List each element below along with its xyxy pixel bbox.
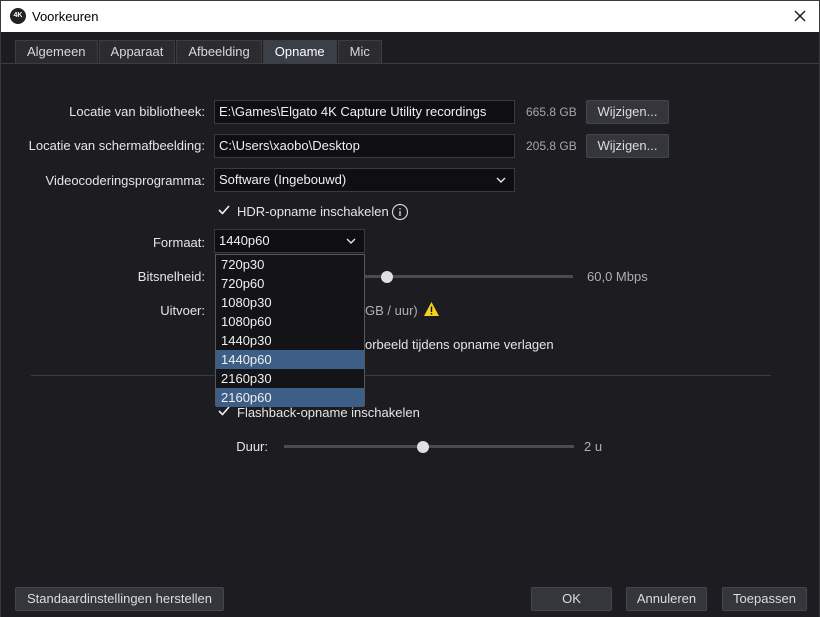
apply-button[interactable]: Toepassen (722, 587, 807, 611)
hdr-label: HDR-opname inschakelen (237, 204, 389, 219)
format-option[interactable]: 1440p30 (216, 331, 364, 350)
close-button[interactable] (789, 5, 811, 27)
title-bar: 4K Voorkeuren (1, 1, 819, 32)
library-location-label: Locatie van bibliotheek: (69, 104, 205, 119)
hdr-checkbox[interactable] (217, 203, 231, 217)
library-free-space: 665.8 GB (526, 105, 577, 119)
format-option[interactable]: 2160p60 (216, 388, 364, 407)
output-label: Uitvoer: (160, 303, 205, 318)
duration-value: 2 u (584, 439, 603, 454)
encoder-select[interactable]: Software (Ingebouwd) (214, 168, 515, 192)
tab-mic[interactable]: Mic (337, 40, 382, 63)
bitrate-value: 60,0 Mbps (587, 269, 648, 284)
format-dropdown-list: 720p30 720p60 1080p30 1080p60 1440p30 14… (215, 254, 365, 407)
format-option[interactable]: 1440p60 (216, 350, 364, 369)
format-option[interactable]: 720p60 (216, 274, 364, 293)
format-option[interactable]: 2160p30 (216, 369, 364, 388)
format-option[interactable]: 1080p30 (216, 293, 364, 312)
output-value: GB / uur) (365, 303, 418, 318)
encoder-value: Software (Ingebouwd) (219, 172, 347, 187)
format-option[interactable]: 720p30 (216, 255, 364, 274)
chevron-down-icon (496, 177, 506, 183)
tab-apparaat[interactable]: Apparaat (98, 40, 176, 63)
chevron-down-icon (346, 238, 356, 244)
ok-button[interactable]: OK (531, 587, 612, 611)
bitrate-slider-handle[interactable] (381, 271, 393, 283)
screenshot-location-field[interactable]: C:\Users\xaobo\Desktop (214, 134, 515, 158)
warning-icon (424, 302, 439, 316)
tab-bar: Algemeen Apparaat Afbeelding Opname Mic (15, 40, 383, 64)
screenshot-change-button[interactable]: Wijzigen... (586, 134, 669, 158)
library-location-field[interactable]: E:\Games\Elgato 4K Capture Utility recor… (214, 100, 515, 124)
reset-defaults-button[interactable]: Standaardinstellingen herstellen (15, 587, 224, 611)
close-icon (794, 10, 806, 22)
flashback-label: Flashback-opname inschakelen (237, 405, 420, 420)
tab-opname[interactable]: Opname (262, 40, 337, 64)
screenshot-free-space: 205.8 GB (526, 139, 577, 153)
bitrate-label: Bitsnelheid: (137, 269, 205, 284)
window-title: Voorkeuren (32, 9, 99, 24)
format-option[interactable]: 1080p60 (216, 312, 364, 331)
tab-algemeen[interactable]: Algemeen (15, 40, 98, 63)
info-icon[interactable] (391, 203, 409, 221)
duration-label: Duur: (236, 439, 268, 454)
encoder-label: Videocoderingsprogramma: (45, 173, 205, 188)
library-change-button[interactable]: Wijzigen... (586, 100, 669, 124)
format-value: 1440p60 (219, 233, 270, 248)
format-label: Formaat: (152, 235, 205, 250)
preview-lower-label: orbeeld tijdens opname verlagen (365, 337, 554, 352)
tab-afbeelding[interactable]: Afbeelding (176, 40, 262, 63)
screenshot-location-label: Locatie van schermafbeelding: (28, 138, 205, 153)
format-select[interactable]: 1440p60 (214, 229, 365, 253)
section-divider (31, 375, 771, 376)
app-icon: 4K (10, 8, 26, 24)
preferences-window: 4K Voorkeuren Algemeen Apparaat Afbeeldi… (0, 0, 820, 617)
cancel-button[interactable]: Annuleren (626, 587, 707, 611)
